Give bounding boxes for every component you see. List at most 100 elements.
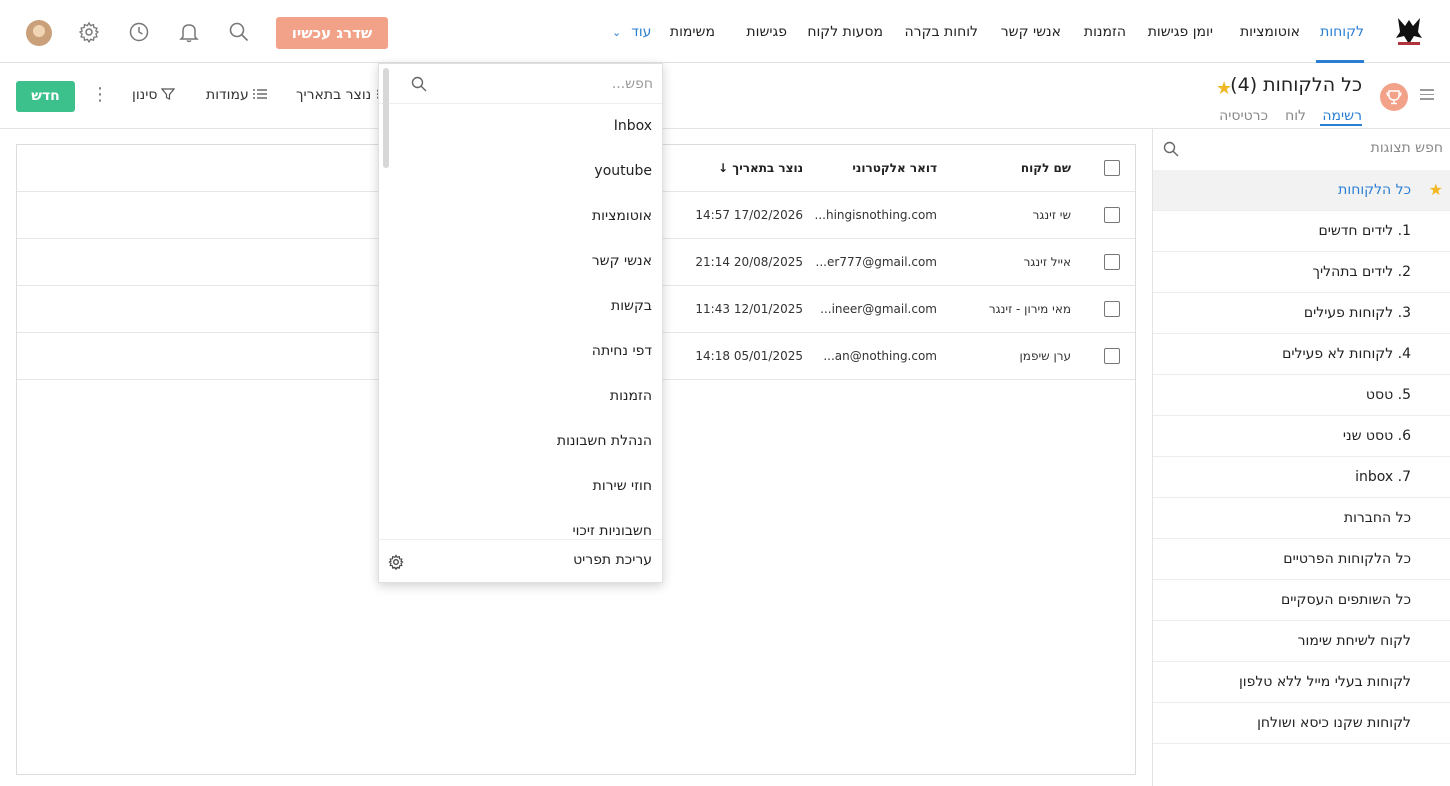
- nav-item-tasks[interactable]: משימות: [670, 24, 715, 40]
- gear-icon[interactable]: [78, 21, 100, 43]
- views-sidebar: חפש תצוגות ★ כל הלקוחות 1. לידים חדשים 2…: [1152, 129, 1450, 786]
- sidebar-item-inbox[interactable]: 7. inbox: [1153, 457, 1450, 498]
- nav-item-dashboards[interactable]: לוחות בקרה: [905, 24, 978, 40]
- row-checkbox[interactable]: [1104, 207, 1120, 223]
- logo[interactable]: [1392, 16, 1426, 48]
- upgrade-button[interactable]: שדרג עכשיו: [276, 17, 388, 49]
- clock-icon[interactable]: [128, 21, 150, 43]
- view-tab-board[interactable]: לוח: [1285, 108, 1306, 124]
- sidebar-item-all-customers[interactable]: ★ כל הלקוחות: [1153, 170, 1450, 211]
- menu-item-service-contracts[interactable]: חוזי שירות: [593, 478, 652, 494]
- view-tab-list[interactable]: רשימה: [1322, 108, 1362, 124]
- sidebar-item-retention-call[interactable]: לקוח לשיחת שימור: [1153, 621, 1450, 662]
- columns-label: עמודות: [206, 87, 249, 103]
- views-search[interactable]: חפש תצוגות: [1153, 129, 1450, 169]
- sidebar-item-new-leads[interactable]: 1. לידים חדשים: [1153, 211, 1450, 252]
- menu-item-landing-pages[interactable]: דפי נחיתה: [592, 343, 652, 359]
- column-header-created-label: נוצר בתאריך: [732, 161, 803, 175]
- sidebar-item-email-no-phone[interactable]: לקוחות בעלי מייל ללא טלפון: [1153, 662, 1450, 703]
- menu-item-inbox[interactable]: Inbox: [614, 118, 652, 134]
- views-search-input[interactable]: חפש תצוגות: [1371, 140, 1443, 156]
- new-button[interactable]: חדש: [16, 81, 75, 112]
- nav-item-orders[interactable]: הזמנות: [1084, 24, 1126, 40]
- trophy-glyph: [1386, 90, 1402, 105]
- sort-label: נוצר בתאריך: [296, 87, 372, 103]
- sidebar-item-chair-and-table-buyers[interactable]: לקוחות שקנו כיסא ושולחן: [1153, 703, 1450, 744]
- select-all-checkbox[interactable]: [1104, 160, 1120, 176]
- menu-list: Inbox youtube אוטומציות אנשי קשר בקשות ד…: [379, 104, 662, 540]
- more-options-icon[interactable]: ⋮: [91, 85, 109, 105]
- cell-created: 20/08/2025 21:14: [695, 255, 803, 269]
- gear-icon: [388, 554, 404, 570]
- sidebar-item-inactive-customers[interactable]: 4. לקוחות לא פעילים: [1153, 334, 1450, 375]
- cell-name[interactable]: מאי מירון - זינגר: [989, 286, 1071, 333]
- menu-item-requests[interactable]: בקשות: [611, 298, 652, 314]
- view-tab-cards[interactable]: כרטיסיה: [1219, 108, 1268, 124]
- sidebar-item-all-companies[interactable]: כל החברות: [1153, 498, 1450, 539]
- sidebar-item-all-business-partners[interactable]: כל השותפים העסקיים: [1153, 580, 1450, 621]
- favorite-star-icon[interactable]: ★: [1216, 78, 1232, 99]
- menu-item-contacts[interactable]: אנשי קשר: [592, 253, 652, 269]
- column-header-name[interactable]: שם לקוח: [1021, 145, 1071, 192]
- nav-item-meetings-calendar[interactable]: יומן פגישות: [1148, 24, 1213, 40]
- nav-item-contacts[interactable]: אנשי קשר: [1001, 24, 1061, 40]
- sidebar-item-active-customers[interactable]: 3. לקוחות פעילים: [1153, 293, 1450, 334]
- view-tab-indicator: [1320, 124, 1362, 126]
- page-title-text: כל הלקוחות: [1263, 74, 1362, 96]
- menu-search: [379, 64, 662, 104]
- search-icon: [411, 76, 427, 92]
- filter-button[interactable]: סינון: [132, 87, 176, 103]
- menu-item-automations[interactable]: אוטומציות: [592, 208, 652, 224]
- row-checkbox[interactable]: [1104, 348, 1120, 364]
- sidebar-item-label: כל הלקוחות: [1338, 182, 1411, 198]
- top-nav: לקוחות אוטומציות יומן פגישות הזמנות אנשי…: [0, 0, 1450, 63]
- nav-more-menu[interactable]: עוד ⌄: [612, 24, 651, 40]
- cell-email: an@nothing.com...: [823, 349, 937, 363]
- filter-label: סינון: [132, 87, 158, 103]
- menu-item-credit-invoices[interactable]: חשבוניות זיכוי: [572, 523, 652, 539]
- cell-email: hingisnothing.com...: [814, 208, 937, 222]
- sidebar-item-test-two[interactable]: 6. טסט שני: [1153, 416, 1450, 457]
- menu-icon[interactable]: [1420, 89, 1434, 103]
- search-icon: [1163, 141, 1179, 157]
- bell-icon[interactable]: [178, 21, 200, 43]
- menu-item-bookkeeping[interactable]: הנהלת חשבונות: [557, 433, 652, 449]
- search-icon[interactable]: [228, 21, 250, 43]
- nav-item-automations[interactable]: אוטומציות: [1240, 24, 1300, 40]
- cell-name[interactable]: שי זינגר: [1033, 192, 1071, 239]
- cell-created: 17/02/2026 14:57: [695, 208, 803, 222]
- menu-item-orders[interactable]: הזמנות: [610, 388, 652, 404]
- cell-email: er777@gmail.com...: [815, 255, 937, 269]
- cell-name[interactable]: אייל זינגר: [1024, 239, 1071, 286]
- avatar[interactable]: [26, 20, 52, 46]
- nav-more-label: עוד: [631, 24, 652, 40]
- sidebar-item-all-private-customers[interactable]: כל הלקוחות הפרטיים: [1153, 539, 1450, 580]
- sidebar-item-test[interactable]: 5. טסט: [1153, 375, 1450, 416]
- sort-desc-icon: ↓: [718, 161, 729, 175]
- menu-item-youtube[interactable]: youtube: [594, 163, 652, 179]
- view-toolbar: חדש ⋮ סינון עמודות ⁝ נוצר בתאריך כל הלקו…: [0, 63, 1450, 129]
- column-header-email[interactable]: דואר אלקטרוני: [852, 145, 937, 192]
- cell-name[interactable]: ערן שיפמן: [1020, 333, 1071, 380]
- more-menu-dropdown: Inbox youtube אוטומציות אנשי קשר בקשות ד…: [378, 63, 663, 583]
- edit-menu-button[interactable]: עריכת תפריט: [379, 539, 662, 583]
- page-title-count: (4): [1230, 74, 1258, 96]
- page-title: כל הלקוחות (4): [1230, 74, 1362, 96]
- nav-item-meetings[interactable]: פגישות: [746, 24, 787, 40]
- column-header-created[interactable]: נוצר בתאריך ↓: [718, 145, 803, 192]
- sort-button[interactable]: ⁝ נוצר בתאריך: [296, 87, 380, 103]
- nav-item-customer-journeys[interactable]: מסעות לקוח: [807, 24, 883, 40]
- columns-icon: [252, 89, 267, 99]
- cell-created: 12/01/2025 11:43: [695, 302, 803, 316]
- row-checkbox[interactable]: [1104, 254, 1120, 270]
- menu-search-input[interactable]: [429, 72, 653, 96]
- nav-item-customers[interactable]: לקוחות: [1320, 24, 1364, 40]
- edit-menu-label: עריכת תפריט: [573, 552, 652, 568]
- cell-created: 05/01/2025 14:18: [695, 349, 803, 363]
- row-checkbox[interactable]: [1104, 301, 1120, 317]
- sidebar-item-leads-in-progress[interactable]: 2. לידים בתהליך: [1153, 252, 1450, 293]
- filter-icon: [161, 88, 176, 100]
- columns-button[interactable]: עמודות: [206, 87, 267, 103]
- chevron-down-icon: ⌄: [612, 26, 622, 39]
- trophy-icon[interactable]: [1380, 83, 1408, 111]
